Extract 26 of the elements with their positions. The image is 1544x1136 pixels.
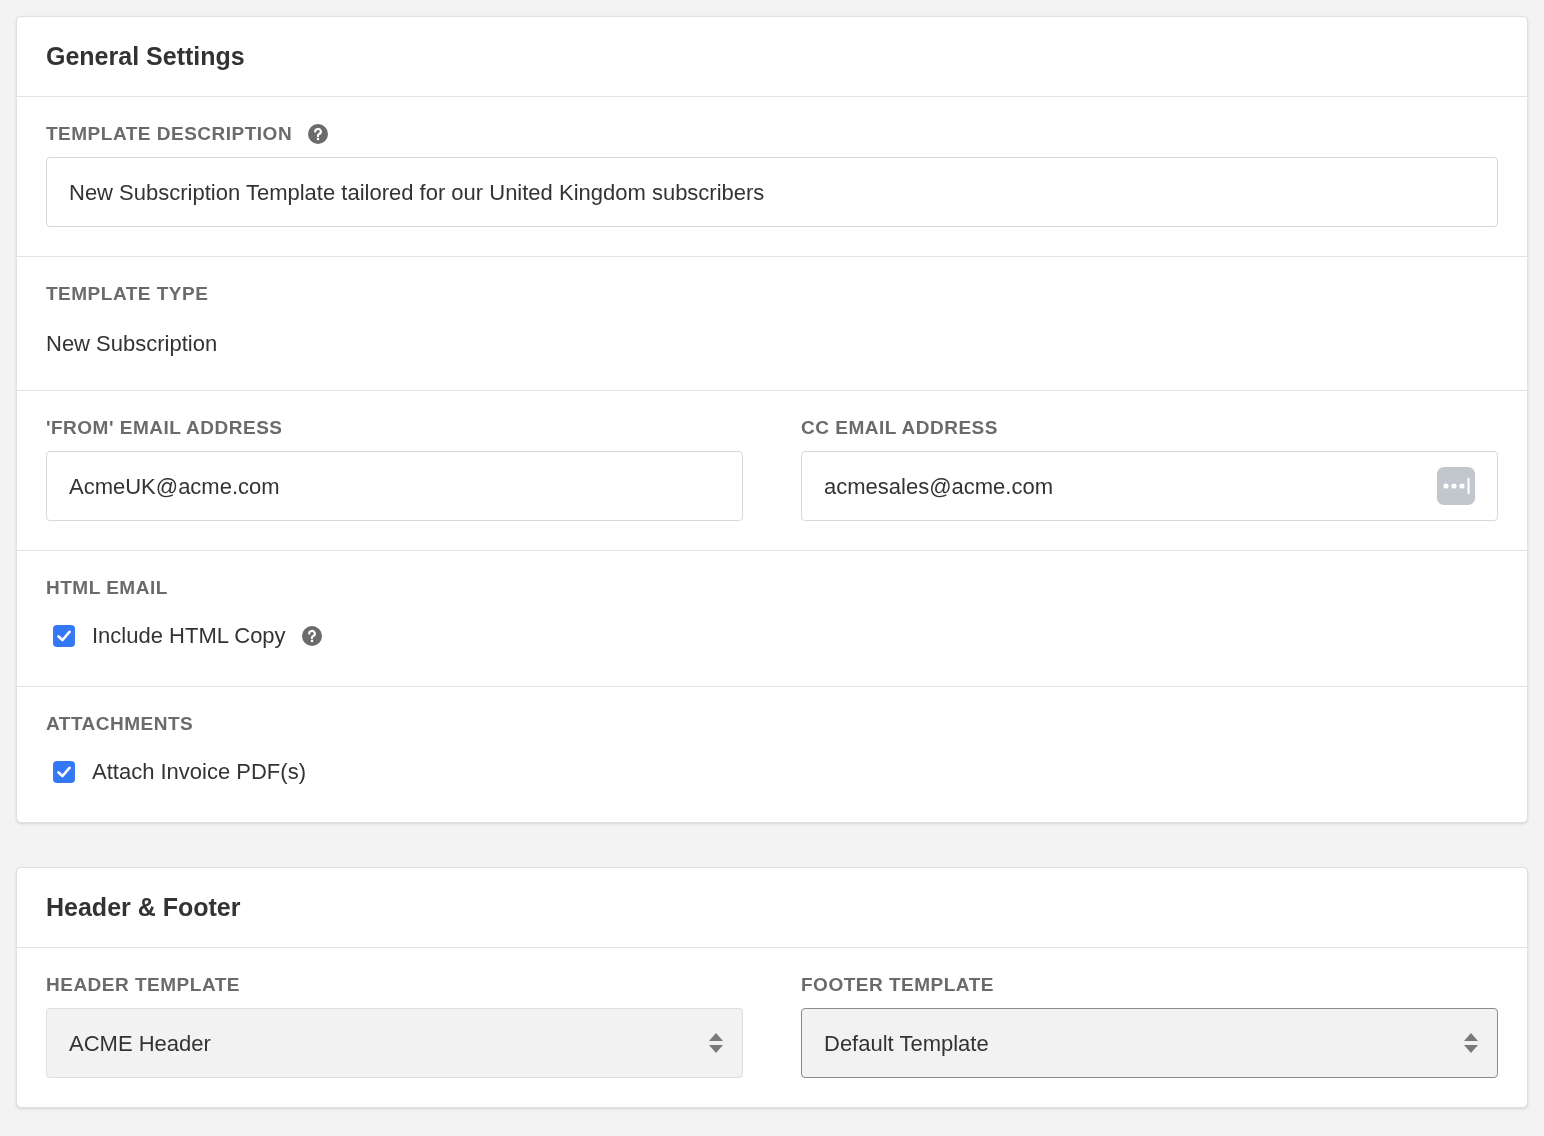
input-field[interactable]: AcmeUK@acme.com <box>46 451 743 521</box>
card-title: Header & Footer <box>46 891 241 923</box>
select-dropdown[interactable]: Default Template <box>801 1008 1498 1078</box>
field-label: ATTACHMENTS <box>46 711 194 736</box>
field-label: CC EMAIL ADDRESS <box>801 415 998 440</box>
checkmark-icon <box>57 629 71 642</box>
checkbox[interactable] <box>53 624 75 647</box>
select-dropdown[interactable]: ACME Header <box>46 1008 743 1078</box>
field-label: TEMPLATE TYPE <box>46 281 209 306</box>
input-field[interactable]: New Subscription Template tailored for our United Kingdom subscribers <box>46 157 1498 227</box>
card-title: General Settings <box>46 40 245 72</box>
field-label: HTML EMAIL <box>46 575 168 600</box>
help-icon[interactable] <box>308 124 329 144</box>
field-label: FOOTER TEMPLATE <box>801 972 994 997</box>
input-field[interactable]: acmesales@acme.com <box>801 451 1498 521</box>
field-label: TEMPLATE DESCRIPTION <box>46 121 293 146</box>
template-type-value: New Subscription <box>46 330 219 358</box>
checkmark-icon <box>57 765 71 778</box>
sort-arrows-icon <box>1463 1032 1479 1054</box>
checkbox[interactable] <box>53 760 75 783</box>
checkbox-label[interactable]: Attach Invoice PDF(s) <box>92 755 306 788</box>
field-label: 'FROM' EMAIL ADDRESS <box>46 415 283 440</box>
field-label: HEADER TEMPLATE <box>46 972 240 997</box>
help-icon[interactable] <box>301 625 322 646</box>
sort-arrows-icon <box>708 1032 724 1054</box>
checkbox-label[interactable]: Include HTML Copy <box>92 619 286 652</box>
